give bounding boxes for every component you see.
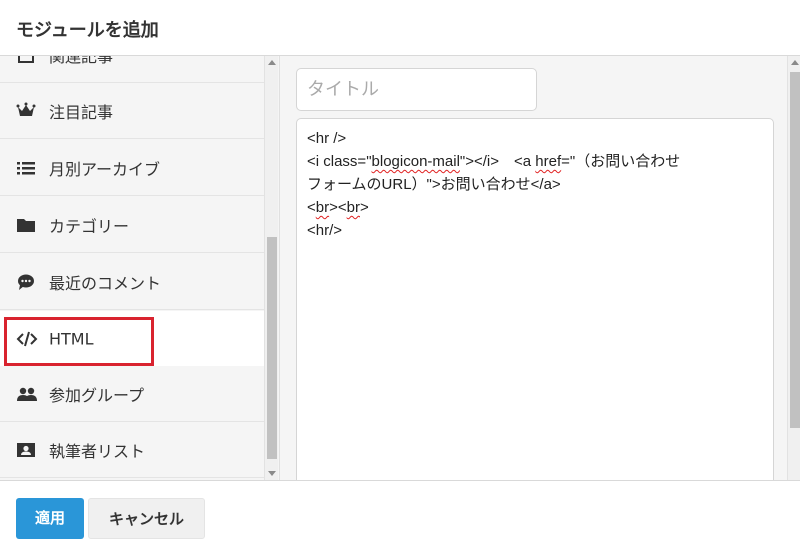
- newspaper-icon: [16, 56, 36, 65]
- sidebar-item-featured-articles[interactable]: 注目記事: [0, 83, 264, 139]
- code-text: ="（お問い合わせ: [561, 153, 681, 170]
- code-line: <hr/>: [307, 222, 343, 239]
- sidebar-item-html[interactable]: HTML: [0, 311, 264, 367]
- sidebar-scrollbar[interactable]: [264, 56, 278, 480]
- html-code-textarea[interactable]: <hr /> <i class="blogicon-mail"></i> <a …: [296, 118, 774, 480]
- sidebar-item-author-list[interactable]: 執筆者リスト: [0, 422, 264, 478]
- sidebar-item-label: HTML: [49, 329, 94, 348]
- code-text: <i class=": [307, 153, 372, 170]
- code-line: <hr />: [307, 130, 347, 147]
- sidebar-item-category[interactable]: カテゴリー: [0, 197, 264, 253]
- code-line: <i class="blogicon-mail"></i> <a href="（…: [307, 150, 763, 173]
- list-icon: [16, 158, 36, 178]
- code-text: ><: [329, 199, 347, 216]
- dialog-title: モジュールを追加: [16, 20, 159, 41]
- module-editor: <hr /> <i class="blogicon-mail"></i> <a …: [279, 56, 800, 480]
- code-line: フォームのURL）">お問い合わせ</a>: [307, 176, 561, 193]
- module-list: 関連記事 注目記事 月別アーカイブ カテゴリー 最近のコメント HTML 参加グ…: [0, 56, 264, 480]
- apply-button[interactable]: 適用: [16, 498, 84, 539]
- dialog-header: モジュールを追加: [0, 0, 800, 56]
- dialog-body: 関連記事 注目記事 月別アーカイブ カテゴリー 最近のコメント HTML 参加グ…: [0, 56, 800, 480]
- scroll-down-arrow-icon[interactable]: [268, 471, 276, 476]
- sidebar-item-related-articles[interactable]: 関連記事: [0, 56, 264, 83]
- editor-scrollbar[interactable]: [787, 56, 800, 480]
- sidebar-item-recent-comments[interactable]: 最近のコメント: [0, 254, 264, 310]
- users-icon: [16, 384, 37, 404]
- folder-icon: [16, 215, 36, 235]
- sidebar-item-label: 参加グループ: [49, 385, 145, 405]
- sidebar-item-label: 執筆者リスト: [49, 441, 146, 461]
- comment-icon: [16, 272, 36, 292]
- spellcheck-word: br: [315, 199, 330, 216]
- crown-icon: [16, 101, 36, 121]
- code-text: >: [359, 199, 369, 216]
- sidebar-item-label: 関連記事: [49, 56, 114, 66]
- id-card-icon: [16, 440, 36, 460]
- scrollbar-thumb[interactable]: [790, 72, 800, 428]
- code-icon: [16, 329, 38, 349]
- dialog-footer: 適用 キャンセル: [0, 480, 800, 549]
- scroll-up-arrow-icon[interactable]: [791, 60, 799, 65]
- sidebar-item-monthly-archive[interactable]: 月別アーカイブ: [0, 140, 264, 196]
- sidebar-item-label: カテゴリー: [49, 216, 130, 236]
- sidebar-item-label: 最近のコメント: [49, 273, 162, 293]
- spellcheck-word: blogicon-mail: [371, 153, 460, 170]
- sidebar-item-label: 注目記事: [49, 102, 114, 122]
- spellcheck-word: br: [346, 199, 360, 216]
- spellcheck-word: href: [535, 153, 562, 170]
- scrollbar-thumb[interactable]: [267, 237, 277, 459]
- scroll-up-arrow-icon[interactable]: [268, 60, 276, 65]
- code-text: "></i> <a: [459, 153, 536, 170]
- sidebar-item-label: 月別アーカイブ: [49, 159, 161, 179]
- code-line: <br><br>: [307, 196, 763, 219]
- cancel-button[interactable]: キャンセル: [88, 498, 205, 539]
- title-input[interactable]: [296, 68, 537, 111]
- code-text: <: [307, 199, 316, 216]
- sidebar-item-joined-groups[interactable]: 参加グループ: [0, 366, 264, 422]
